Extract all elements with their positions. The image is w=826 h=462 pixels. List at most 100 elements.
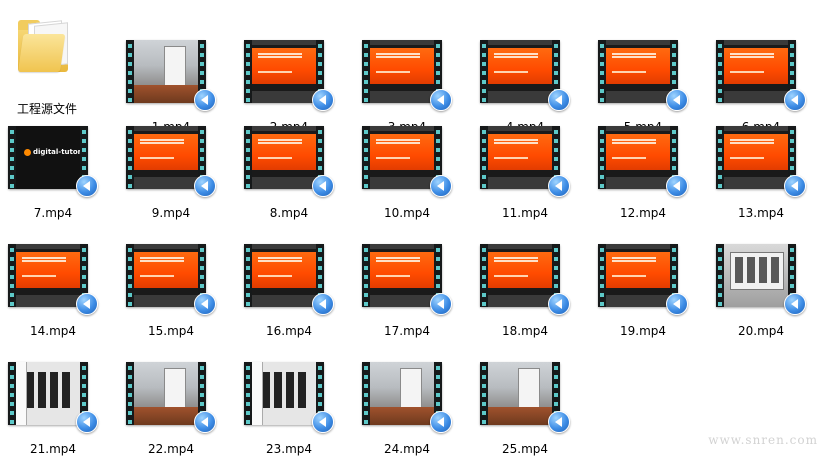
file-label: 9.mp4 (151, 206, 191, 220)
file-label: 15.mp4 (147, 324, 195, 338)
play-badge-icon (194, 411, 216, 433)
file-label: 11.mp4 (501, 206, 549, 220)
play-badge-icon (430, 293, 452, 315)
video-thumbnail (126, 40, 206, 103)
play-badge-icon (312, 293, 334, 315)
play-badge-icon (430, 89, 452, 111)
file-label: 13.mp4 (737, 206, 785, 220)
video-file-tile[interactable]: 19.mp4 (593, 244, 693, 344)
video-file-tile[interactable]: 15.mp4 (121, 244, 221, 344)
play-badge-icon (548, 89, 570, 111)
logo-text: digital-tutors (24, 146, 80, 158)
video-thumbnail (480, 362, 560, 425)
play-badge-icon (548, 411, 570, 433)
video-thumbnail (716, 244, 796, 307)
video-file-tile[interactable]: 24.mp4 (357, 362, 457, 462)
video-file-tile[interactable]: 20.mp4 (711, 244, 811, 344)
play-badge-icon (430, 175, 452, 197)
video-file-tile[interactable]: 22.mp4 (121, 362, 221, 462)
video-file-tile[interactable]: 16.mp4 (239, 244, 339, 344)
video-thumbnail (244, 244, 324, 307)
video-file-tile[interactable]: 10.mp4 (357, 126, 457, 226)
play-badge-icon (312, 411, 334, 433)
video-thumbnail (598, 40, 678, 103)
file-grid: 工程源文件 1.mp42.mp43.mp44.mp45.mp46.mp4 digit… (0, 0, 826, 456)
file-label: 18.mp4 (501, 324, 549, 338)
video-thumbnail (480, 244, 560, 307)
video-file-tile[interactable]: 6.mp4 (711, 40, 811, 140)
video-thumbnail (244, 362, 324, 425)
file-label: 21.mp4 (29, 442, 77, 456)
video-thumbnail (126, 126, 206, 189)
video-thumbnail (362, 126, 442, 189)
play-badge-icon (784, 293, 806, 315)
play-badge-icon (194, 293, 216, 315)
video-thumbnail (480, 40, 560, 103)
play-badge-icon (666, 293, 688, 315)
play-badge-icon (76, 293, 98, 315)
play-badge-icon (548, 175, 570, 197)
video-file-tile[interactable]: 14.mp4 (3, 244, 103, 344)
video-thumbnail (716, 126, 796, 189)
video-file-tile[interactable]: 5.mp4 (593, 40, 693, 140)
file-label: 16.mp4 (265, 324, 313, 338)
file-label: 12.mp4 (619, 206, 667, 220)
folder-icon (18, 20, 72, 72)
file-label: 22.mp4 (147, 442, 195, 456)
video-thumbnail (480, 126, 560, 189)
play-badge-icon (784, 175, 806, 197)
play-badge-icon (194, 175, 216, 197)
video-thumbnail (362, 362, 442, 425)
file-label: 20.mp4 (737, 324, 785, 338)
file-label: 24.mp4 (383, 442, 431, 456)
video-file-tile[interactable]: 2.mp4 (239, 40, 339, 140)
video-file-tile[interactable]: 12.mp4 (593, 126, 693, 226)
file-label: 10.mp4 (383, 206, 431, 220)
play-badge-icon (194, 89, 216, 111)
play-badge-icon (666, 89, 688, 111)
video-thumbnail (598, 126, 678, 189)
video-thumbnail (598, 244, 678, 307)
video-file-tile[interactable]: 17.mp4 (357, 244, 457, 344)
video-file-tile[interactable]: 3.mp4 (357, 40, 457, 140)
file-label: 14.mp4 (29, 324, 77, 338)
play-badge-icon (76, 411, 98, 433)
video-file-tile[interactable]: 8.mp4 (239, 126, 339, 226)
video-thumbnail (362, 40, 442, 103)
video-thumbnail (126, 362, 206, 425)
video-file-tile[interactable]: 13.mp4 (711, 126, 811, 226)
play-badge-icon (784, 89, 806, 111)
video-thumbnail (244, 40, 324, 103)
play-badge-icon (76, 175, 98, 197)
file-label: 19.mp4 (619, 324, 667, 338)
video-thumbnail (8, 362, 88, 425)
video-thumbnail (716, 40, 796, 103)
file-label: 23.mp4 (265, 442, 313, 456)
video-file-tile[interactable]: digital-tutors 7.mp4 (3, 126, 103, 226)
play-badge-icon (312, 89, 334, 111)
folder-tile[interactable]: 工程源文件 (10, 12, 96, 116)
video-file-tile[interactable]: 25.mp4 (475, 362, 575, 462)
video-file-tile[interactable]: 4.mp4 (475, 40, 575, 140)
watermark: www.snren.com (708, 433, 818, 447)
play-badge-icon (430, 411, 452, 433)
video-file-tile[interactable]: 9.mp4 (121, 126, 221, 226)
file-label: 17.mp4 (383, 324, 431, 338)
play-badge-icon (312, 175, 334, 197)
video-file-tile[interactable]: 21.mp4 (3, 362, 103, 462)
play-badge-icon (548, 293, 570, 315)
file-label: 25.mp4 (501, 442, 549, 456)
file-label: 工程源文件 (16, 102, 77, 116)
play-badge-icon (666, 175, 688, 197)
video-thumbnail (126, 244, 206, 307)
video-thumbnail (8, 244, 88, 307)
video-file-tile[interactable]: 23.mp4 (239, 362, 339, 462)
video-thumbnail: digital-tutors (8, 126, 88, 189)
video-file-tile[interactable]: 1.mp4 (121, 40, 221, 140)
video-file-tile[interactable]: 18.mp4 (475, 244, 575, 344)
file-label: 8.mp4 (269, 206, 309, 220)
video-file-tile[interactable]: 11.mp4 (475, 126, 575, 226)
video-thumbnail (244, 126, 324, 189)
video-thumbnail (362, 244, 442, 307)
file-label: 7.mp4 (33, 206, 73, 220)
